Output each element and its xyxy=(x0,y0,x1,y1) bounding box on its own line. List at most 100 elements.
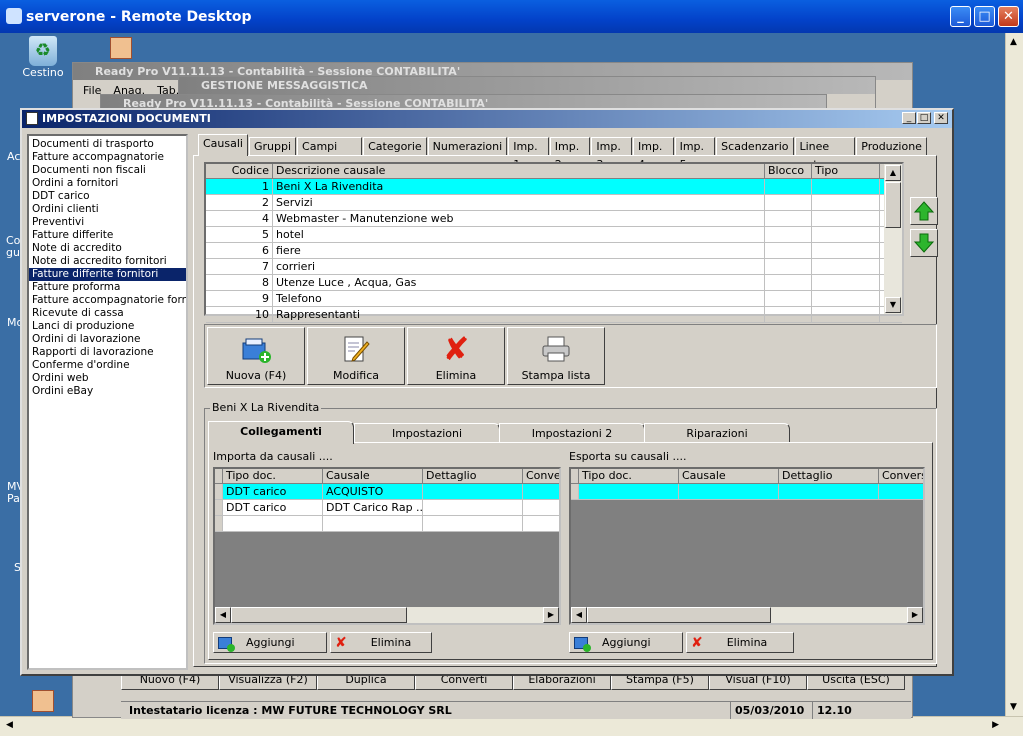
minimize-button[interactable]: _ xyxy=(902,112,916,124)
document-type-item[interactable]: Ordini a fornitori xyxy=(29,177,186,190)
document-type-item[interactable]: Fatture accompagnatorie fornitori xyxy=(29,294,186,307)
document-type-item[interactable]: Preventivi xyxy=(29,216,186,229)
tab-produzione[interactable]: Produzione xyxy=(856,137,927,156)
subtab-collegamenti[interactable]: Collegamenti xyxy=(208,421,354,444)
column-header[interactable]: Conversi xyxy=(879,469,923,483)
table-row[interactable]: DDT carico DDT Carico Rap ... xyxy=(215,500,559,516)
document-type-item[interactable]: Documenti non fiscali xyxy=(29,164,186,177)
causali-grid[interactable]: Codice Descrizione causale Blocco Tipo 1… xyxy=(204,162,904,323)
document-type-item[interactable]: Ordini clienti xyxy=(29,203,186,216)
document-type-item[interactable]: Fatture proforma xyxy=(29,281,186,294)
export-delete-button[interactable]: ✘ Elimina xyxy=(686,632,794,653)
column-header[interactable]: Causale xyxy=(679,469,779,483)
tab-scadenzario[interactable]: Scadenzario xyxy=(716,137,794,156)
tab-gruppi[interactable]: Gruppi xyxy=(248,137,297,156)
tab-linee-auto[interactable]: Linee auto xyxy=(794,137,856,171)
column-header[interactable]: Blocco xyxy=(765,164,812,178)
edit-causale-button[interactable]: Modifica xyxy=(307,327,405,385)
tab-imp-1[interactable]: Imp. 1 xyxy=(508,137,549,171)
document-type-item[interactable]: Ordini eBay xyxy=(29,385,186,398)
subtab-impostazioni[interactable]: Impostazioni xyxy=(354,423,500,443)
document-type-list[interactable]: Documenti di trasporto Fatture accompagna… xyxy=(27,134,188,670)
document-type-item[interactable]: Lanci di produzione xyxy=(29,320,186,333)
maximize-button[interactable]: □ xyxy=(974,6,995,27)
scroll-down-arrow[interactable]: ▼ xyxy=(1010,702,1017,712)
scroll-up-arrow[interactable]: ▲ xyxy=(885,165,901,181)
tab-causali[interactable]: Causali xyxy=(198,134,248,156)
scroll-left-arrow[interactable]: ◀ xyxy=(571,607,587,623)
scroll-up-arrow[interactable]: ▲ xyxy=(1010,37,1017,47)
scroll-left-arrow[interactable]: ◀ xyxy=(6,720,13,730)
tab-imp-4[interactable]: Imp. 4 xyxy=(632,137,674,171)
grid-horizontal-scrollbar[interactable]: ◀ ▶ xyxy=(215,607,559,623)
import-delete-button[interactable]: ✘ Elimina xyxy=(330,632,432,653)
table-row[interactable]: 9 Telefono xyxy=(206,291,902,307)
minimize-button[interactable]: _ xyxy=(950,6,971,27)
export-add-button[interactable]: Aggiungi xyxy=(569,632,683,653)
app-shortcut-icon[interactable] xyxy=(110,37,132,59)
close-button[interactable]: ✕ xyxy=(934,112,948,124)
table-row-empty[interactable] xyxy=(571,484,923,500)
table-row[interactable]: 1 Beni X La Rivendita xyxy=(206,179,902,195)
maximize-button[interactable]: □ xyxy=(917,112,931,124)
document-type-item[interactable]: Note di accredito fornitori xyxy=(29,255,186,268)
scroll-thumb[interactable] xyxy=(885,182,901,228)
table-row[interactable]: 8 Utenze Luce , Acqua, Gas xyxy=(206,275,902,291)
column-header[interactable]: Causale xyxy=(323,469,423,483)
column-header[interactable]: Tipo xyxy=(812,164,880,178)
document-type-item[interactable]: Rapporti di lavorazione xyxy=(29,346,186,359)
document-type-item[interactable]: Conferme d'ordine xyxy=(29,359,186,372)
table-row[interactable]: 5 hotel xyxy=(206,227,902,243)
column-header[interactable]: Conver xyxy=(523,469,559,483)
document-type-item[interactable]: Ordini di lavorazione xyxy=(29,333,186,346)
grid-vertical-scrollbar[interactable]: ▲ ▼ xyxy=(884,164,902,314)
document-type-item[interactable]: Fatture differite xyxy=(29,229,186,242)
column-header[interactable]: Codice xyxy=(206,164,273,178)
app-shortcut-icon[interactable] xyxy=(32,690,54,712)
tab-imp-2[interactable]: Imp. 2 xyxy=(549,137,591,171)
export-grid[interactable]: Tipo doc. Causale Dettaglio Conversi ◀ ▶ xyxy=(569,467,925,625)
move-up-button[interactable] xyxy=(910,197,938,225)
column-header[interactable]: Descrizione causale xyxy=(273,164,765,178)
tab-campi-agg[interactable]: Campi agg. xyxy=(297,137,363,171)
close-button[interactable]: ✕ xyxy=(998,6,1019,27)
document-type-item[interactable]: DDT carico xyxy=(29,190,186,203)
desktop-vertical-scrollbar[interactable]: ▲ ▼ xyxy=(1005,33,1023,716)
table-row[interactable]: 10 Rappresentanti xyxy=(206,307,902,323)
recycle-bin[interactable]: ♻ Cestino xyxy=(18,36,68,79)
scroll-down-arrow[interactable]: ▼ xyxy=(885,297,901,313)
table-row-empty[interactable] xyxy=(215,516,559,532)
column-header[interactable]: Dettaglio xyxy=(423,469,523,483)
document-type-item[interactable]: Fatture accompagnatorie xyxy=(29,151,186,164)
scroll-right-arrow[interactable]: ▶ xyxy=(992,720,999,730)
document-type-item[interactable]: Fatture differite fornitori xyxy=(29,268,186,281)
column-header[interactable]: Tipo doc. xyxy=(579,469,679,483)
document-type-item[interactable]: Documenti di trasporto xyxy=(29,138,186,151)
document-type-item[interactable]: Ricevute di cassa xyxy=(29,307,186,320)
table-row[interactable]: 6 fiere xyxy=(206,243,902,259)
import-grid[interactable]: Tipo doc. Causale Dettaglio Conver DDT c… xyxy=(213,467,561,625)
table-row[interactable]: DDT carico ACQUISTO xyxy=(215,484,559,500)
column-header[interactable]: Tipo doc. xyxy=(223,469,323,483)
move-down-button[interactable] xyxy=(910,229,938,257)
new-causale-button[interactable]: Nuova (F4) xyxy=(207,327,305,385)
tab-categorie[interactable]: Categorie xyxy=(363,137,427,156)
menu-file[interactable]: File xyxy=(83,84,101,97)
scroll-right-arrow[interactable]: ▶ xyxy=(907,607,923,623)
scroll-right-arrow[interactable]: ▶ xyxy=(543,607,559,623)
table-row[interactable]: 2 Servizi xyxy=(206,195,902,211)
print-list-button[interactable]: Stampa lista xyxy=(507,327,605,385)
import-add-button[interactable]: Aggiungi xyxy=(213,632,327,653)
scroll-left-arrow[interactable]: ◀ xyxy=(215,607,231,623)
grid-horizontal-scrollbar[interactable]: ◀ ▶ xyxy=(571,607,923,623)
subtab-impostazioni-2[interactable]: Impostazioni 2 xyxy=(499,423,645,443)
document-type-item[interactable]: Ordini web xyxy=(29,372,186,385)
scroll-thumb[interactable] xyxy=(587,607,771,623)
tab-imp-5[interactable]: Imp. 5 xyxy=(674,137,716,171)
delete-causale-button[interactable]: ✘ Elimina xyxy=(407,327,505,385)
scroll-thumb[interactable] xyxy=(231,607,407,623)
table-row[interactable]: 7 corrieri xyxy=(206,259,902,275)
tab-imp-3[interactable]: Imp. 3 xyxy=(591,137,632,171)
subtab-riparazioni[interactable]: Riparazioni xyxy=(644,423,790,443)
tab-numerazioni[interactable]: Numerazioni xyxy=(427,137,508,156)
